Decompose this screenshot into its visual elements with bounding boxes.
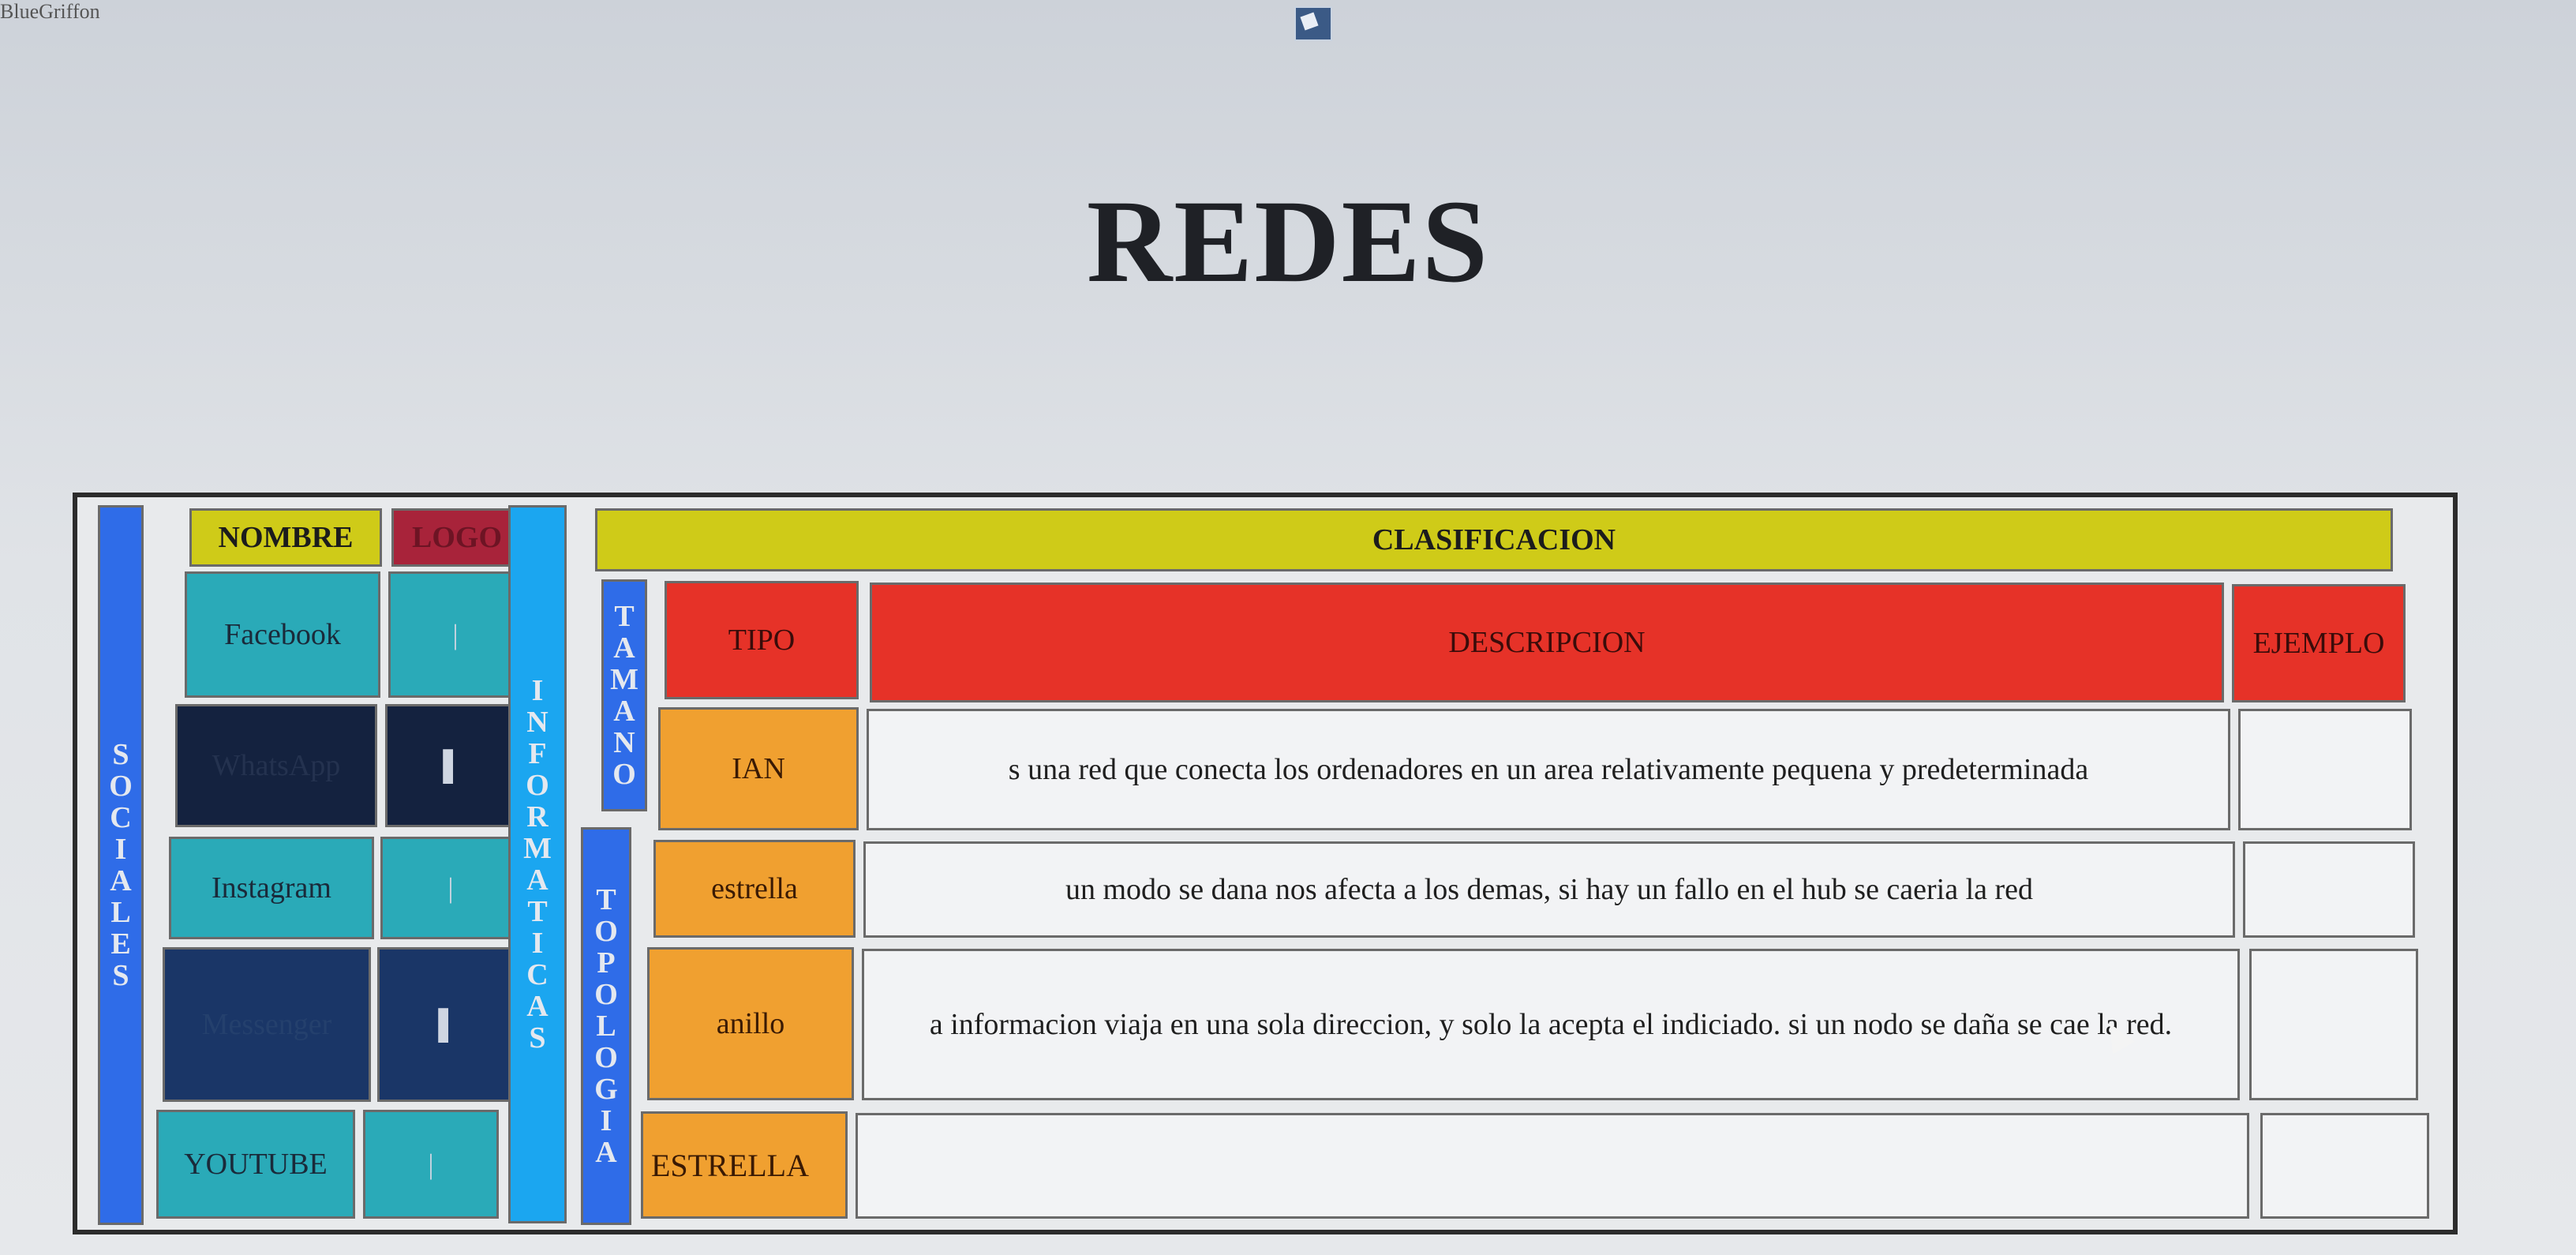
tamano-bar: TAMANO	[601, 579, 647, 811]
vertical-letter: A	[595, 1136, 617, 1169]
ejemplo-cell	[2249, 949, 2418, 1100]
social-logo-youtube: |	[363, 1110, 499, 1219]
vertical-letter: T	[596, 883, 616, 916]
ejemplo-cell	[2238, 709, 2412, 830]
vertical-letter: I	[114, 833, 127, 866]
ejemplo-cell	[2243, 841, 2415, 938]
ejemplo-header: EJEMPLO	[2232, 584, 2406, 702]
vertical-letter: A	[526, 990, 549, 1023]
vertical-letter: L	[596, 1010, 616, 1043]
page-title: REDES	[1086, 176, 1490, 307]
descripcion-header: DESCRIPCION	[870, 583, 2224, 702]
vertical-letter: A	[613, 695, 635, 728]
social-logo-whatsapp: ▌	[385, 704, 521, 827]
descripcion-cell: un modo se dana nos afecta a los demas, …	[863, 841, 2235, 938]
tipo-cell: estrella	[653, 840, 856, 938]
tipo-cell: ESTRELLA	[641, 1111, 848, 1219]
vertical-letter: T	[614, 600, 635, 633]
descripcion-cell: a informacion viaja en una sola direccio…	[862, 949, 2240, 1100]
messenger-logo-icon: ▌	[438, 1009, 459, 1040]
social-logo-instagram: |	[380, 837, 521, 939]
vertical-letter: T	[527, 895, 548, 928]
vertical-letter: O	[594, 915, 618, 948]
app-name: BlueGriffon	[0, 0, 100, 23]
vertical-letter: S	[112, 959, 129, 992]
ejemplo-cell	[2260, 1113, 2429, 1219]
logo-header: LOGO	[391, 508, 522, 567]
vertical-letter: S	[529, 1021, 546, 1055]
vertical-letter: I	[600, 1104, 612, 1137]
vertical-letter: M	[523, 832, 552, 865]
vertical-letter: C	[526, 958, 549, 991]
youtube-logo-icon: |	[428, 1148, 434, 1180]
social-name-instagram: Instagram	[169, 837, 374, 939]
clasificacion-header: CLASIFICACION	[595, 508, 2393, 571]
vertical-letter: R	[526, 800, 549, 834]
social-name-youtube: YOUTUBE	[156, 1110, 355, 1219]
vertical-letter: O	[594, 978, 618, 1011]
vertical-letter: O	[594, 1041, 618, 1074]
vertical-letter: I	[531, 927, 544, 960]
social-logo-facebook: |	[388, 571, 522, 698]
redes-table: SOCIALES NOMBRE LOGO Facebook | WhatsApp…	[73, 493, 2458, 1234]
vertical-letter: N	[613, 726, 635, 759]
social-name-facebook: Facebook	[185, 571, 380, 698]
social-name-whatsapp: WhatsApp	[175, 704, 377, 827]
edit-icon[interactable]	[1294, 6, 1332, 41]
facebook-logo-icon: |	[452, 619, 459, 650]
social-name-messenger: Messenger	[163, 947, 371, 1102]
vertical-letter: S	[112, 738, 129, 771]
nombre-header: NOMBRE	[189, 508, 382, 567]
descripcion-cell: s una red que conecta los ordenadores en…	[867, 709, 2230, 830]
vertical-letter: I	[531, 674, 544, 707]
vertical-letter: L	[110, 896, 131, 929]
vertical-letter: M	[610, 663, 638, 696]
vertical-letter: C	[110, 801, 132, 834]
whatsapp-logo-icon: ▌	[443, 750, 463, 781]
informaticas-bar: INFORMATICAS	[508, 505, 567, 1223]
vertical-letter: G	[594, 1073, 618, 1106]
tipo-cell: IAN	[658, 707, 859, 830]
vertical-letter: E	[110, 927, 131, 961]
vertical-letter: A	[110, 864, 132, 897]
sociales-bar: SOCIALES	[98, 505, 144, 1225]
topologia-bar: TOPOLOGIA	[581, 827, 631, 1225]
vertical-letter: O	[109, 770, 133, 803]
vertical-letter: F	[528, 737, 547, 770]
tipo-cell: anillo	[647, 947, 854, 1100]
descripcion-cell	[856, 1113, 2249, 1219]
vertical-letter: N	[526, 706, 549, 739]
tipo-header: TIPO	[665, 581, 859, 699]
vertical-letter: P	[597, 946, 616, 980]
instagram-logo-icon: |	[447, 872, 454, 904]
vertical-letter: A	[526, 864, 549, 897]
vertical-letter: A	[613, 631, 635, 665]
vertical-letter: O	[612, 758, 636, 791]
social-logo-messenger: ▌	[377, 947, 519, 1102]
vertical-letter: O	[526, 769, 549, 802]
